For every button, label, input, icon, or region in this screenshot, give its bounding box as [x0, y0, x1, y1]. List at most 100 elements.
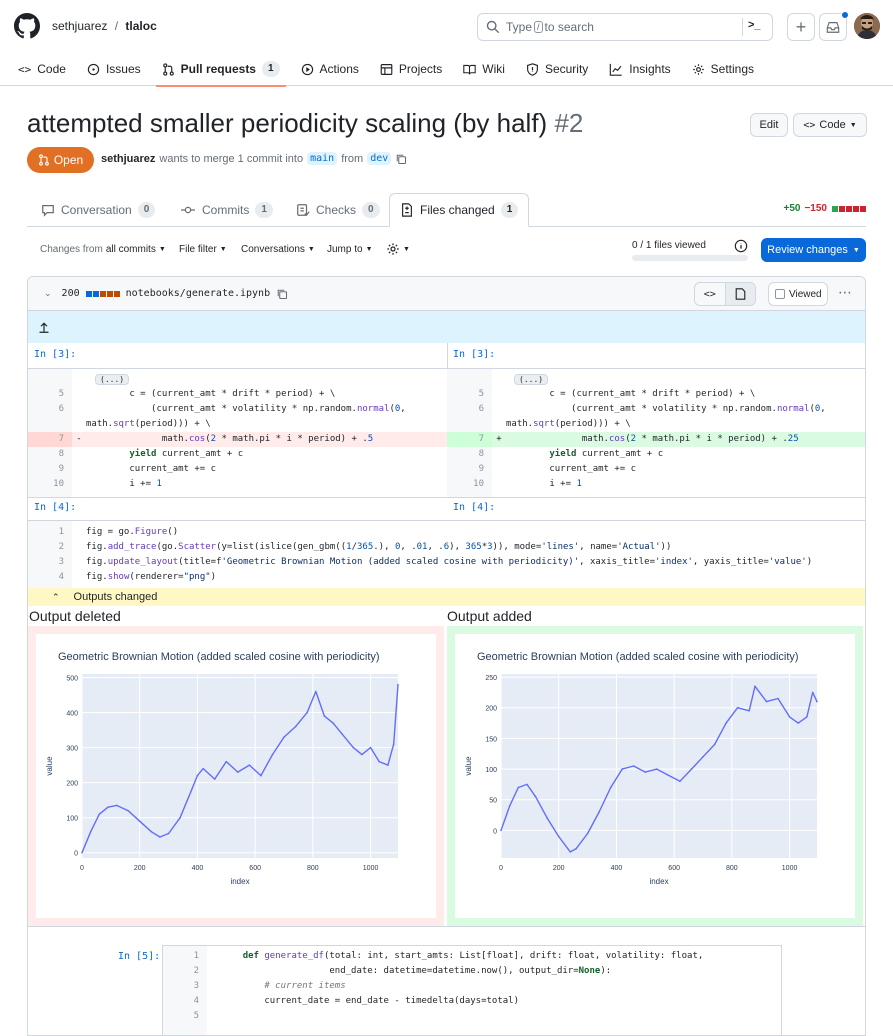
diff-settings-button[interactable]: ▼ — [386, 242, 410, 256]
tab-checks[interactable]: Checks 0 — [286, 193, 390, 227]
expand-up-row[interactable] — [28, 311, 865, 343]
data-point — [306, 711, 308, 714]
chevron-down-icon[interactable]: ⌄ — [44, 288, 52, 299]
line-number[interactable]: 7 — [28, 432, 72, 447]
rich-view-icon[interactable] — [724, 283, 755, 305]
command-palette-icon[interactable]: >_ — [748, 19, 761, 31]
nav-item-actions[interactable]: Actions — [301, 52, 359, 86]
data-point — [202, 767, 205, 770]
nav-item-projects[interactable]: Projects — [380, 52, 442, 86]
file-path[interactable]: notebooks/generate.ipynb — [126, 288, 271, 299]
data-point — [598, 811, 600, 813]
file-diffstat-blocks — [85, 290, 120, 297]
y-tick-label: 100 — [66, 816, 78, 823]
nav-item-settings[interactable]: Settings — [692, 52, 754, 86]
kebab-menu-icon[interactable]: ⋯ — [838, 284, 852, 301]
line-number[interactable]: 9 — [28, 462, 72, 477]
info-icon[interactable] — [734, 239, 748, 253]
data-point — [736, 706, 739, 709]
nav-item-label: Issues — [105, 62, 141, 76]
line-number[interactable]: 5 — [163, 1009, 207, 1024]
code-icon: <> — [803, 119, 816, 131]
nav-item-wiki[interactable]: Wiki — [463, 52, 505, 86]
code-line: 5 c = (current_amt * drift * period) + \ — [28, 387, 447, 402]
code-line: 10 i += 1 — [447, 477, 865, 492]
deletions-count: −150 — [804, 203, 827, 214]
review-changes-button[interactable]: Review changes ▼ — [761, 238, 866, 262]
code-line: 9 current_amt += c — [447, 462, 865, 477]
line-number[interactable]: 5 — [28, 387, 72, 402]
line-number[interactable]: 5 — [447, 387, 492, 402]
gear-icon — [692, 63, 705, 76]
nav-item-pull-requests[interactable]: Pull requests 1 — [155, 52, 286, 87]
outputs-changed-bar[interactable]: ⌃ Outputs changed — [28, 588, 865, 606]
viewed-checkbox[interactable]: Viewed — [768, 282, 828, 306]
breadcrumb-repo[interactable]: tlaloc — [125, 19, 156, 33]
expand-hidden-lines-left[interactable]: (...) — [95, 374, 130, 385]
line-number[interactable]: 3 — [28, 555, 72, 570]
code-line: 8 yield current_amt + c — [28, 447, 447, 462]
line-number[interactable]: 1 — [163, 949, 207, 964]
output-added-label: Output added — [447, 608, 532, 624]
nav-item-insights[interactable]: Insights — [609, 52, 671, 86]
line-number[interactable]: 3 — [163, 979, 207, 994]
code-dropdown-button[interactable]: <> Code ▼ — [793, 113, 867, 137]
nav-item-code[interactable]: <> Code — [18, 52, 66, 86]
data-point — [644, 771, 647, 773]
data-point — [754, 685, 756, 688]
tab-files-changed[interactable]: Files changed 1 — [389, 193, 530, 227]
line-number[interactable]: 6 — [28, 402, 72, 417]
data-point — [811, 691, 814, 694]
edit-button[interactable]: Edit — [750, 113, 788, 137]
data-point — [159, 836, 161, 838]
line-number[interactable]: 6 — [447, 402, 492, 417]
file-filter-dropdown[interactable]: File filter ▼ — [179, 244, 227, 255]
breadcrumb-owner[interactable]: sethjuarez — [52, 19, 107, 33]
cell-prompt-in4-left: In [4]: — [34, 502, 77, 513]
changes-from-dropdown[interactable]: Changes from all commits ▼ — [40, 244, 166, 255]
y-tick-label: 500 — [66, 676, 78, 683]
nav-item-issues[interactable]: Issues — [87, 52, 141, 86]
inbox-button[interactable] — [819, 11, 849, 41]
line-number[interactable]: 7 — [447, 432, 492, 447]
avatar[interactable] — [854, 13, 880, 39]
pr-author[interactable]: sethjuarez — [101, 153, 155, 165]
line-number[interactable]: 2 — [163, 964, 207, 979]
expand-hidden-lines-right[interactable]: (...) — [514, 374, 549, 385]
github-logo-icon[interactable] — [14, 13, 40, 39]
jump-to-label: Jump to — [327, 244, 363, 255]
conversations-dropdown[interactable]: Conversations ▼ — [241, 244, 315, 255]
base-branch[interactable]: main — [307, 152, 338, 165]
line-number[interactable]: 1 — [28, 525, 72, 540]
nav-item-label: Security — [544, 62, 589, 76]
code-line: 10 i += 1 — [28, 477, 447, 492]
source-view-icon[interactable]: <> — [695, 283, 725, 305]
issue-icon — [87, 63, 100, 76]
line-number[interactable]: 8 — [447, 447, 492, 462]
copy-icon[interactable] — [395, 153, 407, 165]
data-point — [107, 806, 109, 808]
code-text: math.cos(2 * math.pi * i * period) + .25 — [506, 434, 799, 444]
line-number[interactable]: 4 — [163, 994, 207, 1009]
cell-prompt-in4-right: In [4]: — [453, 502, 496, 513]
tab-conversation[interactable]: Conversation 0 — [31, 193, 165, 227]
line-number[interactable]: 9 — [447, 462, 492, 477]
data-point — [369, 746, 372, 749]
diff-stats: +50 −150 — [784, 203, 866, 214]
copy-icon[interactable] — [276, 288, 288, 300]
line-number[interactable]: 4 — [28, 570, 72, 585]
merge-text: wants to merge 1 commit into — [159, 152, 304, 165]
checkbox-box — [775, 289, 785, 299]
line-number[interactable]: 10 — [447, 477, 492, 492]
line-number[interactable]: 10 — [28, 477, 72, 492]
tab-commits[interactable]: Commits 1 — [170, 193, 283, 227]
head-branch[interactable]: dev — [367, 152, 392, 165]
jump-to-dropdown[interactable]: Jump to ▼ — [327, 244, 373, 255]
nav-item-security[interactable]: Security — [526, 52, 588, 86]
create-new-button[interactable]: + — [787, 13, 815, 41]
data-point — [352, 746, 355, 749]
gear-icon — [387, 243, 399, 255]
line-number[interactable]: 2 — [28, 540, 72, 555]
search-input[interactable]: Type / to search >_ — [477, 13, 773, 41]
line-number[interactable]: 8 — [28, 447, 72, 462]
